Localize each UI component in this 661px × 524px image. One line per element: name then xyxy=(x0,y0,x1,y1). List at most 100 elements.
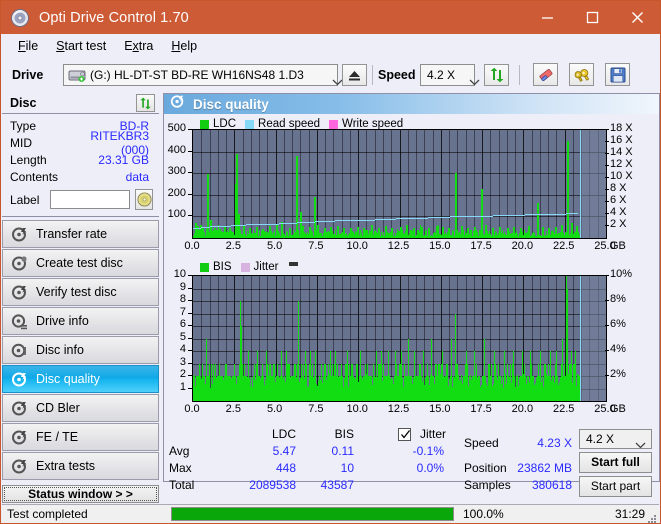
grid-line xyxy=(342,130,343,238)
menu-file-label: ile xyxy=(25,39,39,53)
data-spike xyxy=(378,227,380,238)
eject-button[interactable] xyxy=(342,64,367,86)
grid-line xyxy=(259,130,260,238)
sidebar-item-transfer-rate[interactable]: Transfer rate xyxy=(2,220,159,248)
grid-line xyxy=(193,289,606,290)
drive-label: Drive xyxy=(12,68,44,82)
y-axis-tick: 400 xyxy=(167,143,186,156)
sidebar-item-fe-te[interactable]: FE / TE xyxy=(2,423,159,451)
menu-file[interactable]: File xyxy=(9,37,47,55)
sidebar-item-drive-info[interactable]: Drive info xyxy=(2,307,159,335)
read-speed-line xyxy=(460,216,472,217)
menu-extra-label: tra xyxy=(138,39,154,53)
data-spike xyxy=(467,227,469,238)
grid-line xyxy=(267,130,268,238)
data-spike xyxy=(324,228,326,238)
menu-extra[interactable]: Extra xyxy=(115,37,162,55)
ldc-chart: 100 200 300 400 500 2 X4 X6 X8 X 10 X 12 X 14 X1… xyxy=(164,122,659,254)
y-axis-tick-mark xyxy=(188,215,192,217)
save-button[interactable] xyxy=(605,63,630,86)
legend-swatch-ldc xyxy=(200,119,209,129)
jitter-checkbox[interactable] xyxy=(398,428,411,441)
data-spike xyxy=(381,351,382,401)
data-spike xyxy=(561,225,563,238)
sidebar-item-verify-test-disc[interactable]: Verify test disc xyxy=(2,278,159,306)
data-spike xyxy=(567,288,568,401)
disc-label-input[interactable] xyxy=(50,190,130,209)
data-spike xyxy=(455,313,456,401)
read-speed-line xyxy=(297,222,316,223)
disc-burn-icon xyxy=(11,255,28,272)
app-disc-icon xyxy=(10,8,30,28)
drive-select[interactable]: (G:) HL-DT-ST BD-RE WH16NS48 1.D3 xyxy=(63,64,343,86)
refresh-disc-button[interactable] xyxy=(136,94,155,112)
y2-axis-tick: 10 X xyxy=(610,170,633,182)
data-spike xyxy=(448,228,450,238)
x-axis-tick: 5.0 xyxy=(266,240,283,252)
y-axis-tick: 7 xyxy=(179,305,186,318)
y2-axis-tick-mark xyxy=(605,225,609,226)
sidebar-item-extra-tests[interactable]: Extra tests xyxy=(2,452,159,480)
sidebar-item-disc-quality[interactable]: Disc quality xyxy=(2,365,159,393)
data-spike xyxy=(423,351,424,401)
sidebar-item-label: Transfer rate xyxy=(36,227,108,241)
minimize-button[interactable] xyxy=(525,1,570,34)
data-spike xyxy=(542,227,544,238)
data-spike xyxy=(262,228,264,238)
read-speed-line xyxy=(546,214,567,215)
stats-total-ldc: 2089538 xyxy=(249,478,296,492)
sidebar-item-disc-info[interactable]: Disc info xyxy=(2,336,159,364)
data-spike xyxy=(504,351,505,401)
close-button[interactable] xyxy=(615,1,660,34)
menu-help[interactable]: Help xyxy=(162,37,206,55)
speed-select[interactable]: 4.2 X xyxy=(420,64,480,86)
y-axis-tick-mark xyxy=(188,387,192,389)
grid-line xyxy=(243,130,244,238)
grid-line xyxy=(548,130,549,238)
legend-swatch-bis xyxy=(200,262,209,272)
disc-quality-icon xyxy=(170,94,185,114)
data-spike xyxy=(485,225,487,238)
drive-icon xyxy=(68,68,86,83)
x-axis-tick: 0.0 xyxy=(184,403,200,415)
stats-avg-ldc: 5.47 xyxy=(272,444,296,458)
read-speed-line xyxy=(406,218,418,219)
data-spike xyxy=(241,326,242,401)
disc-row-contents: Contents data xyxy=(10,168,153,185)
y-axis-tick-mark xyxy=(188,300,192,301)
y-axis-tick-mark xyxy=(188,193,192,195)
data-spike xyxy=(298,301,299,401)
data-spike xyxy=(317,225,319,238)
menu-bar: File Start test Extra Help xyxy=(1,34,660,58)
data-spike xyxy=(281,351,282,401)
erase-button[interactable] xyxy=(533,63,558,86)
status-window-button[interactable]: Status window > > xyxy=(2,485,159,503)
start-part-button[interactable]: Start part xyxy=(579,476,652,497)
grid-line xyxy=(193,351,606,352)
y-axis-tick: 300 xyxy=(167,165,186,178)
legend-label-jitter: Jitter xyxy=(253,261,279,273)
tools-button[interactable] xyxy=(569,63,594,86)
disc-row-value: data xyxy=(125,169,149,184)
start-full-button[interactable]: Start full xyxy=(579,452,652,473)
status-text: Test completed xyxy=(7,507,88,521)
x-axis-tick: 7.5 xyxy=(308,240,324,252)
data-spike xyxy=(388,351,389,401)
sidebar-item-label: Extra tests xyxy=(36,459,96,473)
sidebar-item-cd-bler[interactable]: CD Bler xyxy=(2,394,159,422)
sidebar-item-create-test-disc[interactable]: Create test disc xyxy=(2,249,159,277)
maximize-button[interactable] xyxy=(570,1,615,34)
resize-grip[interactable] xyxy=(647,511,657,523)
stats-avg-bis: 0.11 xyxy=(331,444,354,458)
data-spike xyxy=(257,351,258,401)
refresh-drive-button[interactable] xyxy=(484,64,509,86)
grid-line xyxy=(193,326,606,327)
sidebar-item-label: Verify test disc xyxy=(36,285,117,299)
test-speed-value: 4.2 X xyxy=(586,432,615,446)
menu-start-test[interactable]: Start test xyxy=(47,37,115,55)
grid-line xyxy=(276,130,277,238)
disc-label-apply-button[interactable] xyxy=(135,189,153,210)
disc-test-icon xyxy=(11,226,28,243)
data-spike xyxy=(219,229,221,238)
test-speed-select[interactable]: 4.2 X xyxy=(579,429,652,449)
